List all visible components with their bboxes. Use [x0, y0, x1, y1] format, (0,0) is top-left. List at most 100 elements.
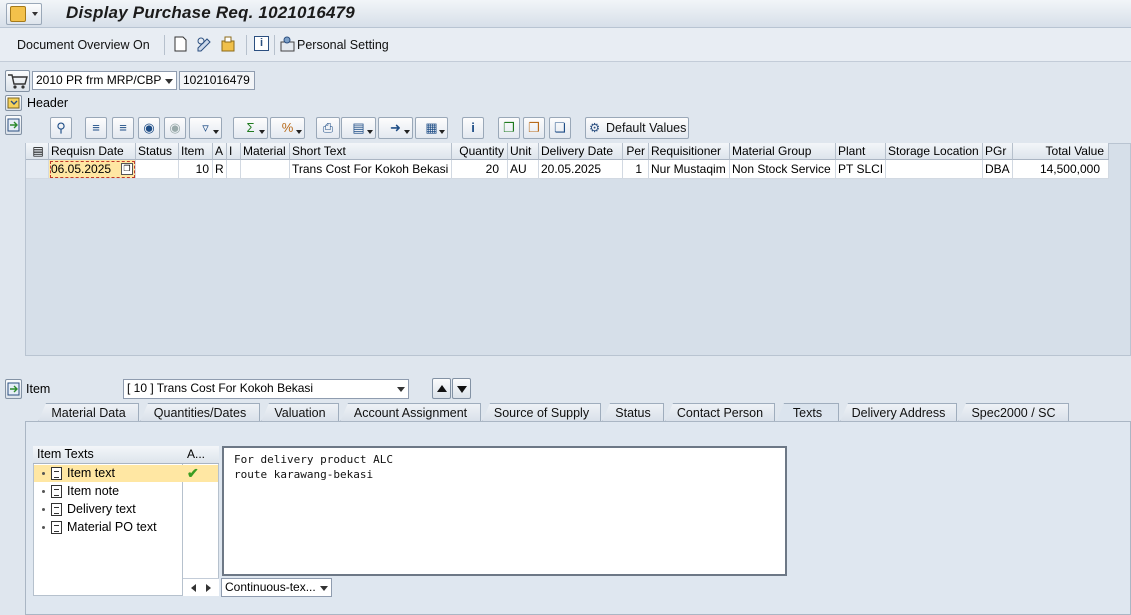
column-header[interactable]: PGr — [983, 143, 1013, 160]
info-icon[interactable]: i — [462, 117, 484, 139]
document-type-value: 2010 PR frm MRP/CBP — [36, 73, 162, 87]
column-header[interactable]: Per — [623, 143, 649, 160]
tab-delivery-address[interactable]: Delivery Address — [840, 403, 957, 422]
copy-icon[interactable]: ❐ — [498, 117, 520, 139]
personal-setting-button[interactable]: Personal Setting — [297, 38, 389, 52]
default-values-button[interactable]: ⚙ Default Values — [585, 117, 689, 139]
hold-icon[interactable] — [220, 36, 237, 53]
item-cell[interactable]: 10 — [179, 160, 213, 179]
item-select[interactable]: [ 10 ] Trans Cost For Kokoh Bekasi — [123, 379, 409, 399]
up-arrow-icon[interactable] — [432, 378, 451, 399]
document-type-select[interactable]: 2010 PR frm MRP/CBP — [32, 71, 177, 90]
filter-icon[interactable]: ▿ — [189, 117, 222, 139]
default-values-icon: ⚙ — [589, 121, 601, 135]
expand-grid-icon[interactable] — [5, 115, 22, 135]
tab-contact-person[interactable]: Contact Person — [665, 403, 775, 422]
text-line: For delivery product ALC — [234, 453, 393, 466]
column-header[interactable]: Plant — [836, 143, 886, 160]
column-header[interactable]: Storage Location — [886, 143, 983, 160]
tree-item-label: Item text — [67, 466, 115, 480]
column-header[interactable]: Total Value — [1013, 143, 1109, 160]
layout-icon[interactable]: ▦ — [415, 117, 448, 139]
find-icon[interactable]: ◉ — [138, 117, 160, 139]
column-header[interactable]: Item — [179, 143, 213, 160]
column-header[interactable]: Quantity — [452, 143, 508, 160]
tab-status[interactable]: Status — [602, 403, 664, 422]
print-icon[interactable]: ⎙ — [316, 117, 340, 139]
column-header[interactable]: Short Text — [290, 143, 452, 160]
scroll-right-icon[interactable] — [206, 584, 211, 592]
material-group-cell[interactable]: Non Stock Service — [730, 160, 836, 179]
new-document-icon[interactable] — [172, 36, 189, 53]
period-cell[interactable]: 1 — [623, 160, 649, 179]
account-assignment-cell[interactable]: R — [213, 160, 227, 179]
select-all-icon[interactable]: ▤ — [26, 143, 49, 160]
tree-scroll — [183, 578, 219, 596]
tree-item-item-text[interactable]: Item text — [42, 465, 115, 482]
system-menu-icon[interactable] — [6, 3, 42, 25]
scroll-left-icon[interactable] — [191, 584, 196, 592]
material-cell[interactable] — [241, 160, 290, 179]
paste-icon[interactable]: ❐ — [523, 117, 545, 139]
header-label: Header — [27, 96, 68, 110]
tab-valuation[interactable]: Valuation — [261, 403, 339, 422]
personal-setting-icon[interactable] — [280, 36, 297, 53]
column-header[interactable]: Unit — [508, 143, 539, 160]
unit-cell[interactable]: AU — [508, 160, 539, 179]
text-editor[interactable]: For delivery product ALC route karawang-… — [222, 446, 787, 576]
column-header[interactable]: Delivery Date — [539, 143, 623, 160]
delivery-date-cell[interactable]: 20.05.2025 — [539, 160, 623, 179]
tab-account-assignment[interactable]: Account Assignment — [340, 403, 481, 422]
plant-cell[interactable]: PT SLCI — [836, 160, 886, 179]
chevron-down-icon[interactable] — [162, 72, 176, 89]
document-overview-button[interactable]: Document Overview On — [17, 38, 150, 52]
column-header[interactable]: Material — [241, 143, 290, 160]
requisitioner-cell[interactable]: Nur Mustaqim — [649, 160, 730, 179]
total-value-cell[interactable]: 14,500,000 — [1013, 160, 1109, 179]
sort-ascending-icon[interactable]: ≡ — [85, 117, 107, 139]
down-arrow-icon[interactable] — [452, 378, 471, 399]
export-icon[interactable]: ➜ — [378, 117, 413, 139]
views-icon[interactable]: ▤ — [341, 117, 376, 139]
tree-item-item-note[interactable]: Item note — [42, 483, 119, 500]
attach-icon[interactable]: ❏ — [549, 117, 571, 139]
tab-quantities-dates[interactable]: Quantities/Dates — [140, 403, 260, 422]
column-header[interactable]: I — [227, 143, 241, 160]
sort-descending-icon[interactable]: ≡ — [112, 117, 134, 139]
chevron-down-icon[interactable] — [317, 579, 331, 596]
details-icon[interactable]: ⚲ — [50, 117, 72, 139]
expand-header-icon[interactable] — [5, 95, 22, 111]
tree-item-label: Delivery text — [67, 502, 136, 516]
row-selector[interactable] — [26, 160, 49, 179]
cart-icon[interactable] — [5, 70, 30, 92]
format-select[interactable]: Continuous-tex... — [221, 578, 332, 597]
info-icon[interactable]: i — [254, 36, 269, 51]
tab-texts[interactable]: Texts — [776, 403, 839, 423]
sum-icon[interactable]: Σ — [233, 117, 268, 139]
find-next-icon[interactable]: ◉ — [164, 117, 186, 139]
column-header[interactable]: Requisn Date — [49, 143, 136, 160]
column-header[interactable]: Requisitioner — [649, 143, 730, 160]
chevron-down-icon[interactable] — [394, 380, 408, 397]
short-text-cell[interactable]: Trans Cost For Kokoh Bekasi — [290, 160, 452, 179]
tree-item-delivery-text[interactable]: Delivery text — [42, 501, 136, 518]
value-help-icon[interactable]: ❐ — [121, 163, 133, 175]
tab-material-data[interactable]: Material Data — [38, 403, 139, 422]
tree-item-material-po-text[interactable]: Material PO text — [42, 519, 157, 536]
item-category-cell[interactable] — [227, 160, 241, 179]
subtotal-icon[interactable]: % — [270, 117, 305, 139]
display-change-icon[interactable] — [196, 36, 213, 53]
quantity-cell[interactable]: 20 — [452, 160, 508, 179]
document-number-field[interactable]: 1021016479 — [179, 71, 255, 90]
requisition-date-cell[interactable]: 06.05.2025 ❐ — [49, 160, 136, 179]
storage-location-cell[interactable] — [886, 160, 983, 179]
status-cell[interactable] — [136, 160, 179, 179]
tab-spec2000-sc[interactable]: Spec2000 / SC — [958, 403, 1069, 422]
column-header[interactable]: Status — [136, 143, 179, 160]
column-header[interactable]: A — [213, 143, 227, 160]
tab-source-of-supply[interactable]: Source of Supply — [482, 403, 601, 422]
purchasing-group-cell[interactable]: DBA — [983, 160, 1013, 179]
column-header[interactable]: Material Group — [730, 143, 836, 160]
collapse-item-icon[interactable] — [5, 379, 22, 399]
item-texts-header: Item Texts — [33, 446, 183, 464]
